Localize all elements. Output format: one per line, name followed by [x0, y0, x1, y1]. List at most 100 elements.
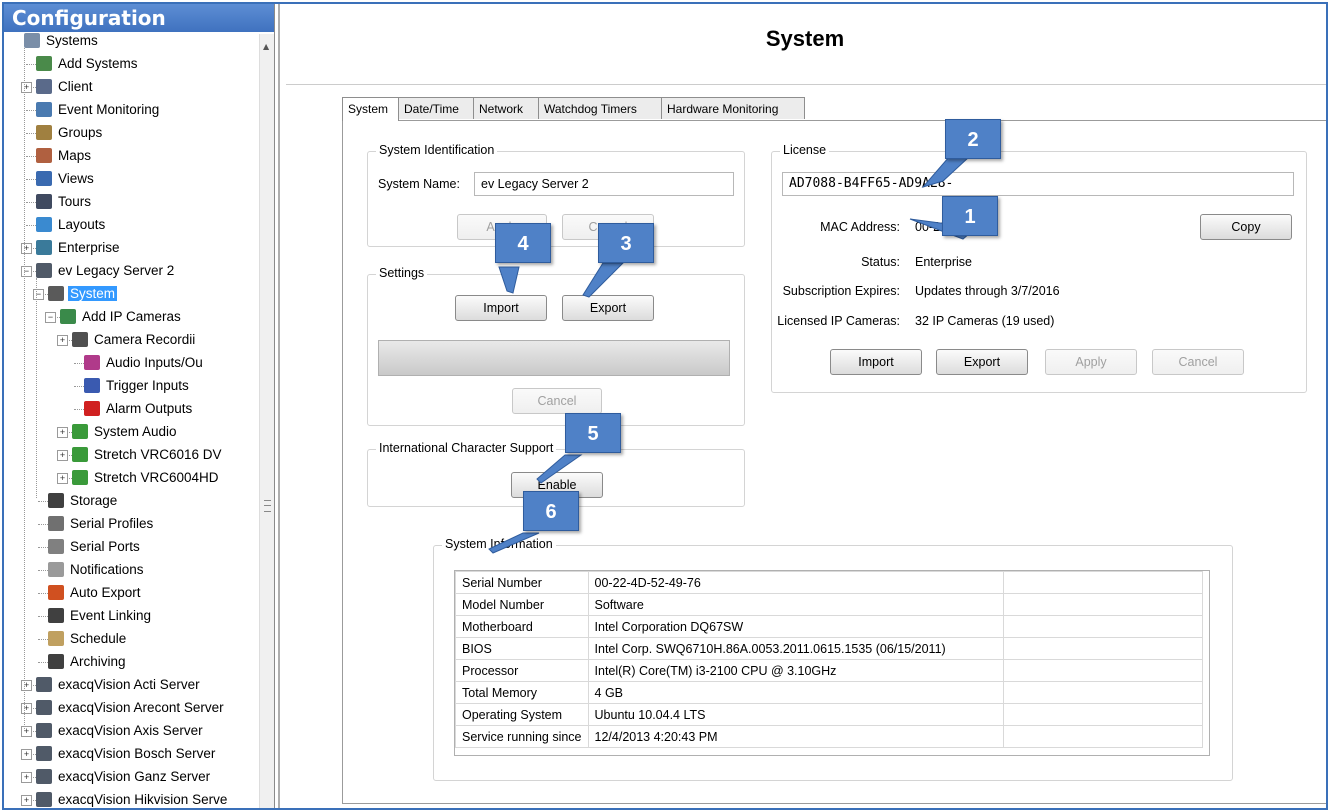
tree-item-system-audio[interactable]: System Audio [72, 421, 179, 443]
server-icon [36, 723, 52, 738]
tree-item-label: Archiving [70, 654, 126, 669]
audio-icon [84, 355, 100, 370]
tree-connector [26, 179, 36, 180]
expand-plus-icon[interactable]: + [21, 726, 32, 737]
tree-item-label: Stretch VRC6004HD [94, 470, 219, 485]
expand-plus-icon[interactable]: + [57, 473, 68, 484]
tree-connector [74, 386, 84, 387]
tree-item-enterprise[interactable]: Enterprise [36, 237, 122, 259]
tree-item-exacqvision-arecont-server[interactable]: exacqVision Arecont Server [36, 697, 226, 719]
tree-item-label: Groups [58, 125, 103, 140]
expand-plus-icon[interactable]: + [21, 243, 32, 254]
tab-watchdog-timers[interactable]: Watchdog Timers [538, 97, 662, 119]
tree-item-groups[interactable]: Groups [36, 122, 104, 144]
tree-item-add-ip-cameras[interactable]: Add IP Cameras [60, 306, 183, 328]
tree-item-archiving[interactable]: Archiving [48, 651, 128, 673]
expand-plus-icon[interactable]: + [21, 703, 32, 714]
system-tab-panel: System Identification System Name: ev Le… [342, 119, 1326, 804]
tree-item-tours[interactable]: Tours [36, 191, 93, 213]
tab-network[interactable]: Network [473, 97, 539, 119]
tree-item-label: Add IP Cameras [82, 309, 181, 324]
callout-pointers [488, 156, 971, 554]
tree-item-system[interactable]: System [48, 283, 118, 305]
tree-item-layouts[interactable]: Layouts [36, 214, 107, 236]
serial-ports-icon [48, 539, 64, 554]
tours-icon [36, 194, 52, 209]
tree-item-audio-inputs-ou[interactable]: Audio Inputs/Ou [84, 352, 205, 374]
tree-item-exacqvision-bosch-server[interactable]: exacqVision Bosch Server [36, 743, 217, 765]
expand-plus-icon[interactable]: + [57, 427, 68, 438]
enterprise-icon [36, 240, 52, 255]
expand-plus-icon[interactable]: + [57, 335, 68, 346]
tree-item-maps[interactable]: Maps [36, 145, 93, 167]
tree-item-event-linking[interactable]: Event Linking [48, 605, 153, 627]
tree-item-label: Layouts [58, 217, 106, 232]
configuration-tree-pane: Configuration Systems Add Systems Client + E… [4, 4, 275, 808]
tree-item-exacqvision-acti-server[interactable]: exacqVision Acti Server [36, 674, 202, 696]
tree-item-storage[interactable]: Storage [48, 490, 119, 512]
tab-system[interactable]: System [342, 97, 399, 121]
tree-connector [38, 616, 48, 617]
tree-item-label: exacqVision Hikvision Serve [58, 792, 228, 807]
configuration-header: Configuration [4, 4, 274, 32]
tree-item-notifications[interactable]: Notifications [48, 559, 146, 581]
callout-6-pointer [488, 532, 540, 554]
tree-item-label: exacqVision Bosch Server [58, 746, 216, 761]
collapse-minus-icon[interactable]: − [21, 266, 32, 277]
expand-plus-icon[interactable]: + [57, 450, 68, 461]
tree-connector [38, 524, 48, 525]
callout-3-pointer [582, 262, 625, 298]
callout-5-pointer [536, 454, 583, 484]
tab-hardware-monitoring[interactable]: Hardware Monitoring [661, 97, 805, 119]
tree-item-exacqvision-hikvision-serve[interactable]: exacqVision Hikvision Serve [36, 789, 229, 808]
tree-item-schedule[interactable]: Schedule [48, 628, 128, 650]
tree-item-systems[interactable]: Systems [24, 30, 100, 52]
system-icon [48, 286, 64, 301]
event-monitoring-icon [36, 102, 52, 117]
alarm-output-icon [84, 401, 100, 416]
tree-item-label: System [68, 286, 118, 301]
tree-item-client[interactable]: Client [36, 76, 95, 98]
tree-item-ev-legacy-server-2[interactable]: ev Legacy Server 2 [36, 260, 176, 282]
app-window: Configuration Systems Add Systems Client + E… [2, 2, 1328, 810]
expand-plus-icon[interactable]: + [21, 795, 32, 806]
tree-item-serial-ports[interactable]: Serial Ports [48, 536, 142, 558]
tree-connector [74, 363, 84, 364]
tree-item-trigger-inputs[interactable]: Trigger Inputs [84, 375, 191, 397]
tree-item-alarm-outputs[interactable]: Alarm Outputs [84, 398, 194, 420]
callout-5: 5 [565, 413, 621, 453]
expand-plus-icon[interactable]: + [21, 82, 32, 93]
scroll-grip-icon[interactable] [264, 500, 271, 512]
tree-item-label: Enterprise [58, 240, 120, 255]
tree-item-auto-export[interactable]: Auto Export [48, 582, 143, 604]
tree-item-exacqvision-axis-server[interactable]: exacqVision Axis Server [36, 720, 205, 742]
tree-connector [26, 156, 36, 157]
expand-plus-icon[interactable]: + [21, 680, 32, 691]
layouts-icon [36, 217, 52, 232]
tree-item-label: exacqVision Acti Server [58, 677, 200, 692]
tree-scrollbar[interactable]: ▲ [259, 34, 274, 808]
tab-date-time[interactable]: Date/Time [398, 97, 474, 119]
tree-item-label: Tours [58, 194, 92, 209]
callout-4: 4 [495, 223, 551, 263]
tree-item-label: Serial Profiles [70, 516, 154, 531]
expand-plus-icon[interactable]: + [21, 772, 32, 783]
tree-connector [38, 662, 48, 663]
scroll-up-arrow-icon[interactable]: ▲ [263, 42, 269, 51]
tree-item-exacqvision-ganz-server[interactable]: exacqVision Ganz Server [36, 766, 212, 788]
collapse-minus-icon[interactable]: − [45, 312, 56, 323]
system-config-pane: System System Date/Time Network Watchdog… [278, 4, 1326, 808]
tree-item-serial-profiles[interactable]: Serial Profiles [48, 513, 155, 535]
tree-item-event-monitoring[interactable]: Event Monitoring [36, 99, 161, 121]
client-gear-icon [36, 79, 52, 94]
tree-item-stretch-vrc6004hd[interactable]: Stretch VRC6004HD [72, 467, 221, 489]
tree-item-stretch-vrc6016-dv[interactable]: Stretch VRC6016 DV [72, 444, 224, 466]
collapse-minus-icon[interactable]: − [33, 289, 44, 300]
tree-item-add-systems[interactable]: Add Systems [36, 53, 140, 75]
server-list-icon [24, 33, 40, 48]
tree-item-views[interactable]: Views [36, 168, 96, 190]
tree-connector [26, 110, 36, 111]
tree-item-camera-recordii[interactable]: Camera Recordii [72, 329, 197, 351]
tree-connector [38, 570, 48, 571]
expand-plus-icon[interactable]: + [21, 749, 32, 760]
